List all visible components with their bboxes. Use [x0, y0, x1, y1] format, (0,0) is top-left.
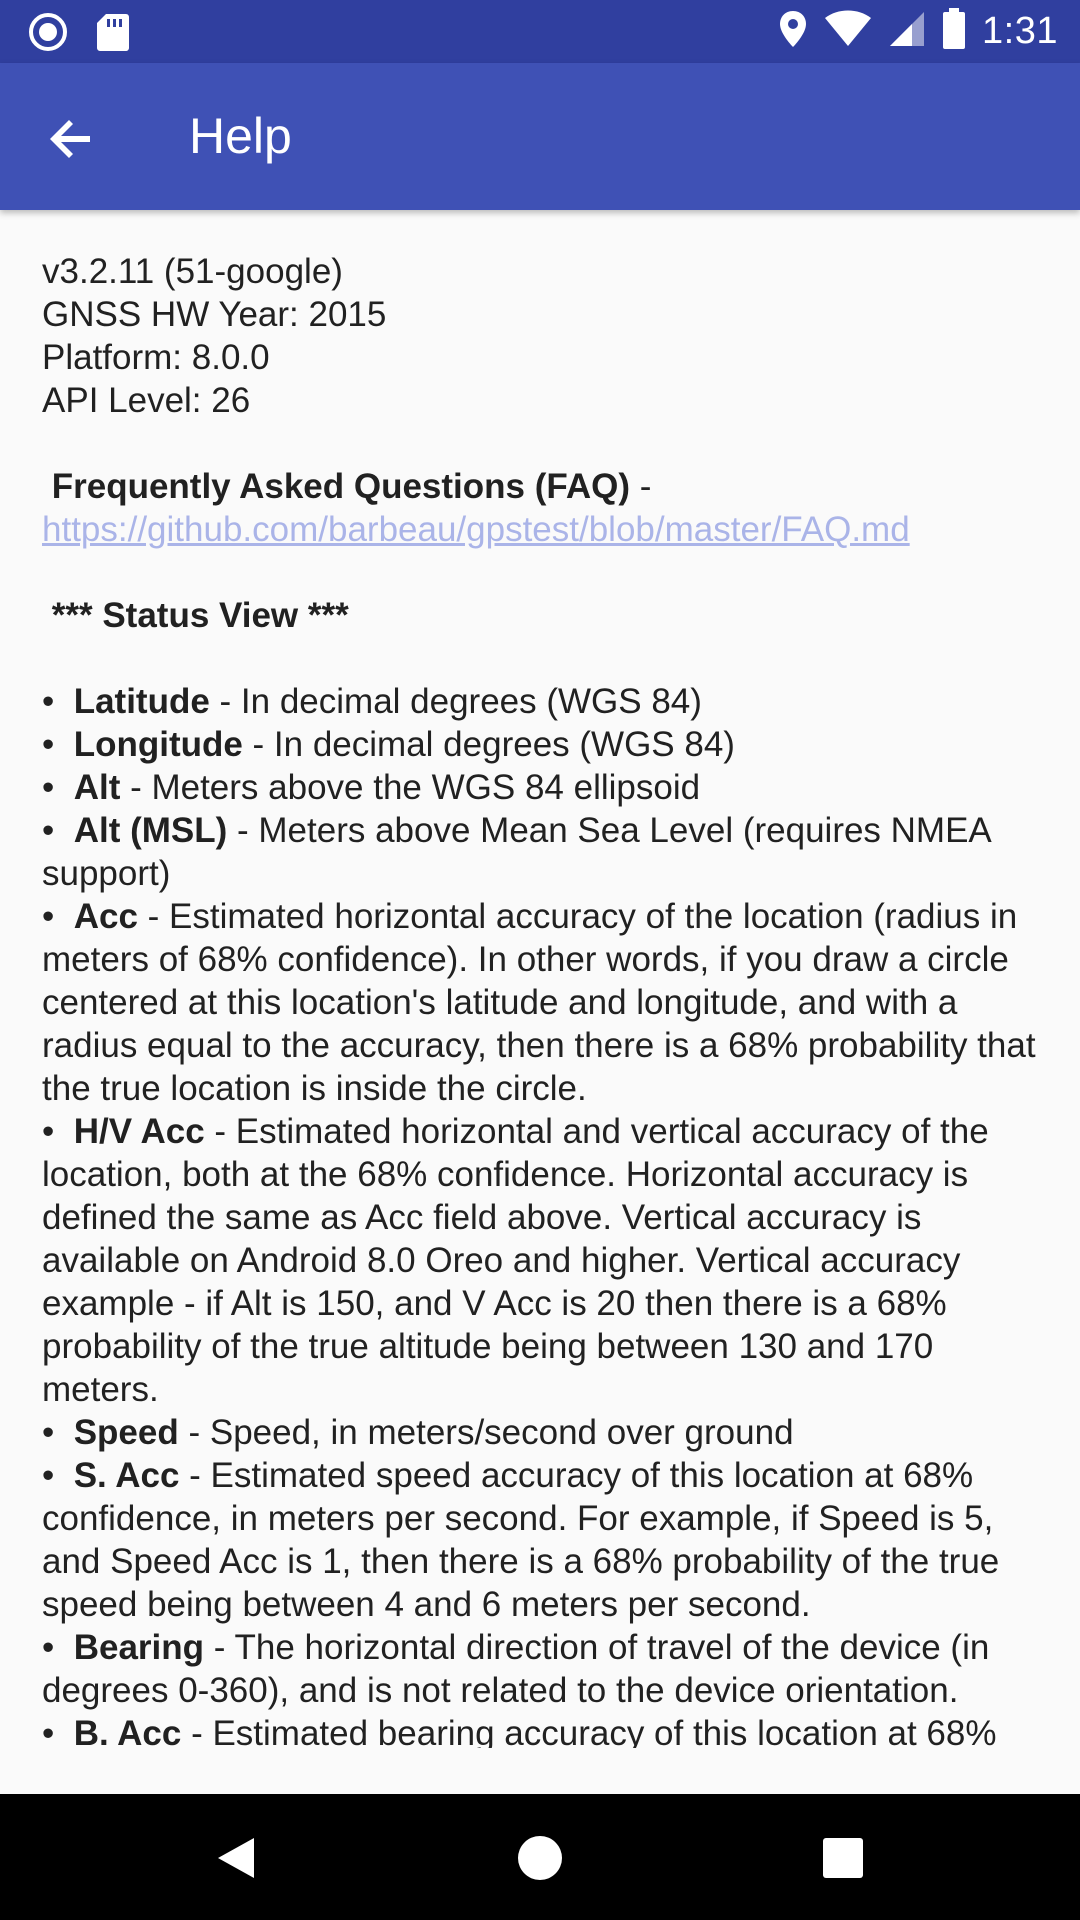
help-content[interactable]: v3.2.11 (51-google) GNSS HW Year: 2015 P… — [42, 250, 1042, 1748]
item-term: B. Acc — [73, 1714, 182, 1748]
battery-icon — [942, 8, 966, 55]
status-view-heading: *** Status View *** — [51, 596, 349, 635]
item-term: Acc — [73, 897, 138, 936]
list-item: • S. Acc - Estimated speed accuracy of t… — [42, 1456, 1000, 1624]
faq-link[interactable]: https://github.com/barbeau/gpstest/blob/… — [42, 510, 910, 549]
nav-home-icon[interactable] — [518, 1836, 562, 1880]
item-term: S. Acc — [73, 1456, 180, 1495]
arrow-back-icon — [50, 120, 90, 158]
sd-card-icon — [96, 12, 130, 57]
nav-back-icon — [218, 1838, 254, 1878]
item-desc: - Estimated bearing accuracy of this loc… — [181, 1714, 997, 1748]
faq-separator: - — [629, 467, 652, 506]
list-item: • Alt (MSL) - Meters above Mean Sea Leve… — [42, 811, 990, 893]
item-term: H/V Acc — [73, 1112, 205, 1151]
item-desc: - Speed, in meters/second over ground — [178, 1413, 794, 1452]
item-desc: - Estimated speed accuracy of this locat… — [42, 1456, 1000, 1624]
app-bar: Help — [0, 63, 1080, 210]
record-icon — [28, 12, 68, 57]
list-item: • Alt - Meters above the WGS 84 ellipsoi… — [42, 768, 701, 807]
item-desc: - In decimal degrees (WGS 84) — [242, 725, 735, 764]
nav-recents-icon[interactable] — [823, 1838, 863, 1878]
item-term: Latitude — [73, 682, 210, 721]
item-term: Speed — [73, 1413, 179, 1452]
list-item: • Latitude - In decimal degrees (WGS 84) — [42, 682, 702, 721]
item-term: Bearing — [73, 1628, 205, 1667]
faq-heading: Frequently Asked Questions (FAQ) — [51, 467, 630, 506]
item-term: Alt (MSL) — [73, 811, 228, 850]
clock-time: 1:31 — [982, 10, 1058, 52]
location-icon — [778, 9, 808, 54]
status-bar: 1:31 — [0, 0, 1080, 63]
faq-section: Frequently Asked Questions (FAQ) - — [42, 465, 1042, 508]
nav-back-button[interactable] — [216, 1836, 256, 1885]
wifi-icon — [824, 10, 872, 53]
item-desc: - Meters above the WGS 84 ellipsoid — [120, 768, 701, 807]
item-term: Alt — [73, 768, 121, 807]
gnss-year-text: GNSS HW Year: 2015 — [42, 295, 387, 334]
version-text: v3.2.11 (51-google) — [42, 252, 343, 291]
list-item: • B. Acc - Estimated bearing accuracy of… — [42, 1712, 1042, 1748]
back-button[interactable] — [44, 111, 100, 167]
signal-icon — [888, 10, 926, 53]
item-term: Longitude — [73, 725, 243, 764]
list-item: • H/V Acc - Estimated horizontal and ver… — [42, 1112, 989, 1409]
list-item: • Longitude - In decimal degrees (WGS 84… — [42, 725, 735, 764]
list-item: • Bearing - The horizontal direction of … — [42, 1628, 990, 1710]
navigation-bar — [0, 1794, 1080, 1920]
api-level-text: API Level: 26 — [42, 381, 251, 420]
item-desc: - Estimated horizontal and vertical accu… — [42, 1112, 989, 1409]
item-desc: - In decimal degrees (WGS 84) — [209, 682, 702, 721]
list-item: • Acc - Estimated horizontal accuracy of… — [42, 897, 1036, 1108]
item-desc: - Estimated horizontal accuracy of the l… — [42, 897, 1036, 1108]
list-item: • Speed - Speed, in meters/second over g… — [42, 1413, 794, 1452]
page-title: Help — [189, 108, 292, 164]
platform-text: Platform: 8.0.0 — [42, 338, 270, 377]
